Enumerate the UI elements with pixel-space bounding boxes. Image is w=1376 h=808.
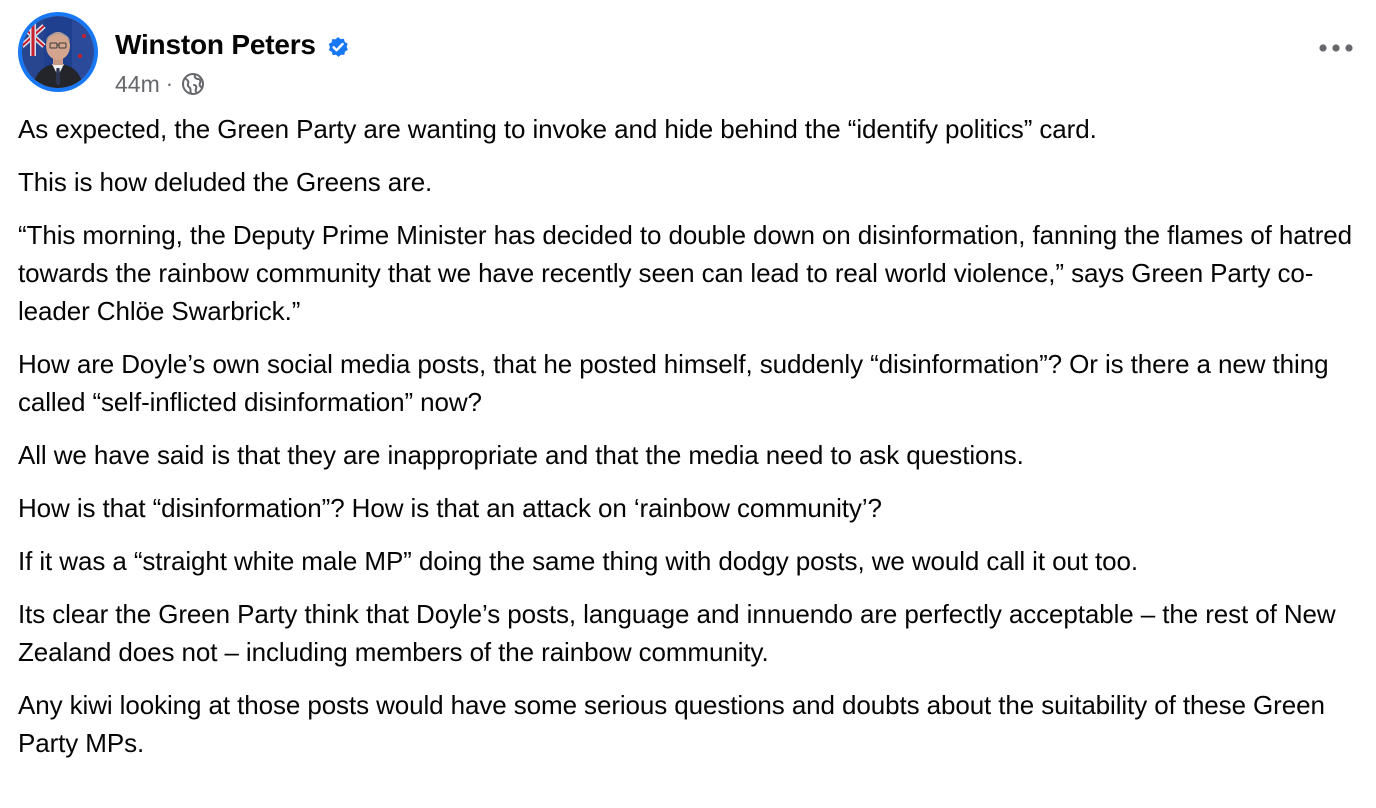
profile-photo — [22, 16, 94, 88]
post-meta: 44m · — [115, 70, 205, 98]
post-paragraph: Its clear the Green Party think that Doy… — [18, 599, 1343, 667]
profile-photo-image — [22, 16, 94, 88]
globe-icon[interactable] — [181, 72, 205, 96]
post-paragraph: If it was a “straight white male MP” doi… — [18, 546, 1138, 576]
post-paragraph: This is how deluded the Greens are. — [18, 167, 433, 197]
post-paragraph: How is that “disinformation”? How is tha… — [18, 493, 882, 523]
more-options-button[interactable] — [1314, 32, 1358, 64]
post-paragraph: All we have said is that they are inappr… — [18, 440, 1024, 470]
facebook-post: Winston Peters 44m · As expected, the Gr… — [0, 0, 1376, 808]
verified-badge-icon — [326, 35, 350, 59]
meta-separator: · — [165, 71, 174, 96]
post-paragraph: Any kiwi looking at those posts would ha… — [18, 690, 1332, 758]
author-name[interactable]: Winston Peters — [115, 29, 316, 61]
more-horizontal-icon — [1319, 44, 1353, 52]
post-paragraph: How are Doyle’s own social media posts, … — [18, 349, 1336, 417]
author-line: Winston Peters — [115, 27, 350, 63]
post-body: As expected, the Green Party are wanting… — [18, 110, 1363, 777]
post-paragraph: “This morning, the Deputy Prime Minister… — [18, 220, 1360, 326]
post-timestamp[interactable]: 44m — [115, 71, 160, 98]
post-header: Winston Peters 44m · — [18, 12, 1358, 97]
post-paragraph: As expected, the Green Party are wanting… — [18, 114, 1097, 144]
author-avatar[interactable] — [18, 12, 98, 92]
